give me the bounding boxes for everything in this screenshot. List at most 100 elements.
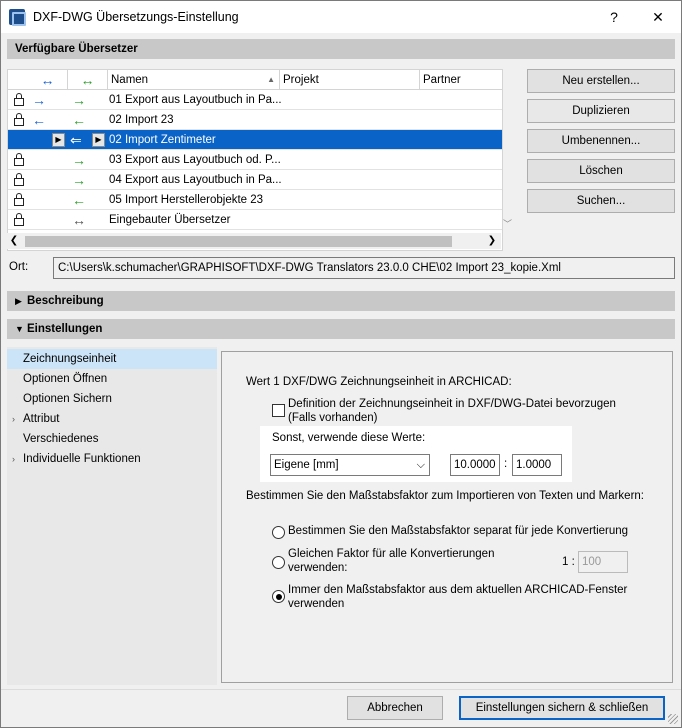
scale-option-window-label: Immer den Maßstabsfaktor aus dem aktuell… — [288, 584, 628, 596]
export-arrow-icon: → — [32, 92, 46, 108]
settings-tree: Zeichnungseinheit Optionen Öffnen Option… — [7, 347, 217, 685]
import-arrow-icon: ← — [72, 192, 86, 208]
translators-section-header: Verfügbare Übersetzer — [7, 39, 675, 59]
resize-grip-icon[interactable] — [668, 714, 678, 724]
horizontal-scrollbar[interactable]: ❮ ❯ — [7, 233, 501, 249]
lock-icon — [14, 213, 24, 226]
export-toggle-icon[interactable]: ▶ — [52, 133, 65, 147]
collapse-down-icon: ▼ — [15, 324, 24, 334]
translator-row[interactable]: → 03 Export aus Layoutbuch od. P... — [8, 150, 502, 170]
translator-name: 01 Export aus Layoutbuch in Pa... — [109, 94, 282, 106]
translator-name: Eingebauter Übersetzer — [109, 214, 231, 226]
column-header-name[interactable]: Namen ▲ — [108, 70, 280, 90]
export-arrow-icon: ← — [32, 112, 46, 128]
cancel-button[interactable]: Abbrechen — [347, 696, 443, 720]
bidirectional-arrow-icon: ↔ — [72, 212, 86, 228]
tree-item-miscellaneous[interactable]: Verschiedenes — [7, 429, 217, 449]
column-header-project[interactable]: Projekt — [280, 70, 420, 90]
translator-name: 02 Import Zentimeter — [109, 134, 216, 146]
scroll-left-icon[interactable]: ❮ — [7, 233, 21, 249]
expand-chevron-icon[interactable]: › — [12, 409, 15, 429]
import-toggle-icon[interactable]: ▶ — [92, 133, 105, 147]
expand-right-icon: ▶ — [15, 296, 22, 306]
scale-factor-field[interactable]: 100 — [578, 551, 628, 573]
drawing-unit-panel: Wert 1 DXF/DWG Zeichnungseinheit in ARCH… — [221, 351, 673, 683]
translator-row[interactable]: ↔ Eingebauter Übersetzer — [8, 210, 502, 230]
app-icon — [9, 9, 26, 26]
translator-row[interactable]: → → 01 Export aus Layoutbuch in Pa... — [8, 90, 502, 110]
tree-item-attribute[interactable]: › Attribut — [7, 409, 217, 429]
ratio-separator: : — [504, 458, 508, 470]
window-title: DXF-DWG Übersetzungs-Einstellung — [33, 10, 239, 24]
chevron-down-icon: ⌵ — [416, 459, 425, 471]
column-header-name-label: Namen — [111, 74, 149, 86]
prefer-file-unit-label-2: (Falls vorhanden) — [288, 412, 378, 424]
scale-option-separate-radio[interactable] — [272, 526, 285, 539]
description-section-header[interactable]: ▶ Beschreibung — [7, 291, 675, 311]
scroll-down-icon[interactable]: ﹀ — [503, 217, 517, 230]
tree-item-save-options[interactable]: Optionen Sichern — [7, 389, 217, 409]
export-column-icon[interactable]: ↔ — [28, 70, 68, 90]
lock-icon — [14, 193, 24, 206]
tree-item-label: Individuelle Funktionen — [23, 453, 141, 465]
import-arrow-icon: → — [72, 172, 86, 188]
translator-row[interactable]: → 04 Export aus Layoutbuch in Pa... — [8, 170, 502, 190]
prefer-file-unit-checkbox[interactable] — [272, 404, 285, 417]
import-arrow-icon: → — [72, 152, 86, 168]
tree-item-open-options[interactable]: Optionen Öffnen — [7, 369, 217, 389]
description-section-title: Beschreibung — [27, 295, 104, 307]
scale-option-same-label: Gleichen Faktor für alle Konvertierungen — [288, 548, 495, 560]
translator-name: 05 Import Herstellerobjekte 23 — [109, 194, 264, 206]
title-bar: DXF-DWG Übersetzungs-Einstellung ? ✕ — [1, 1, 681, 33]
scale-option-same-radio[interactable] — [272, 556, 285, 569]
import-column-icon[interactable]: ↔ — [68, 70, 108, 90]
scale-option-window-label-2: verwenden — [288, 598, 345, 610]
unit-value-b-field[interactable]: 1.0000 — [512, 454, 562, 476]
tree-item-drawing-unit[interactable]: Zeichnungseinheit — [7, 349, 217, 369]
tree-item-custom-functions[interactable]: › Individuelle Funktionen — [7, 449, 217, 469]
rename-button[interactable]: Umbenennen... — [527, 129, 675, 153]
location-field: C:\Users\k.schumacher\GRAPHISOFT\DXF-DWG… — [53, 257, 675, 279]
footer-divider — [1, 689, 681, 690]
scrollbar-thumb[interactable] — [25, 236, 452, 247]
scale-option-same-label-2: verwenden: — [288, 562, 348, 574]
save-close-button[interactable]: Einstellungen sichern & schließen — [459, 696, 665, 720]
lock-icon — [14, 113, 24, 126]
translator-name: 02 Import 23 — [109, 114, 174, 126]
translator-row[interactable]: ← 05 Import Herstellerobjekte 23 — [8, 190, 502, 210]
expand-chevron-icon[interactable]: › — [12, 449, 15, 469]
help-button[interactable]: ? — [599, 7, 629, 27]
translator-row[interactable]: ← ← 02 Import 23 — [8, 110, 502, 130]
unit-select[interactable]: Eigene [mm] ⌵ — [270, 454, 430, 476]
new-translator-button[interactable]: Neu erstellen... — [527, 69, 675, 93]
import-arrow-icon: → — [72, 92, 86, 108]
unit-value-a-field[interactable]: 10.0000 — [450, 454, 500, 476]
translators-section-title: Verfügbare Übersetzer — [15, 43, 138, 55]
settings-section-header[interactable]: ▼ Einstellungen — [7, 319, 675, 339]
prefer-file-unit-label: Definition der Zeichnungseinheit in DXF/… — [288, 398, 616, 410]
lock-icon — [14, 173, 24, 186]
lock-icon — [14, 93, 24, 106]
scale-option-separate-label: Bestimmen Sie den Maßstabsfaktor separat… — [288, 525, 629, 537]
search-button[interactable]: Suchen... — [527, 189, 675, 213]
delete-button[interactable]: Löschen — [527, 159, 675, 183]
location-label: Ort: — [9, 261, 29, 273]
scroll-right-icon[interactable]: ❯ — [485, 233, 499, 249]
translator-row-selected[interactable]: ▶ ⇐ ▶ 02 Import Zentimeter — [8, 130, 502, 150]
scale-factor-heading: Bestimmen Sie den Maßstabsfaktor zum Imp… — [246, 490, 644, 502]
column-header-partner[interactable]: Partner — [420, 70, 502, 90]
close-button[interactable]: ✕ — [643, 7, 673, 27]
drawing-unit-heading: Wert 1 DXF/DWG Zeichnungseinheit in ARCH… — [246, 376, 512, 388]
sort-ascending-icon: ▲ — [267, 75, 275, 84]
duplicate-button[interactable]: Duplizieren — [527, 99, 675, 123]
lock-icon — [14, 153, 24, 166]
translator-name: 03 Export aus Layoutbuch od. P... — [109, 154, 281, 166]
settings-section-title: Einstellungen — [27, 323, 103, 335]
translators-list[interactable]: ↔ ↔ Namen ▲ Projekt Partner → → 01 Expor… — [7, 69, 503, 251]
factor-prefix: 1 : — [562, 556, 575, 568]
import-arrow-icon: ⇐ — [70, 132, 82, 148]
tree-item-label: Attribut — [23, 413, 60, 425]
unit-select-value: Eigene [mm] — [274, 459, 339, 471]
import-arrow-icon: ← — [72, 112, 86, 128]
scale-option-window-radio[interactable] — [272, 590, 285, 603]
